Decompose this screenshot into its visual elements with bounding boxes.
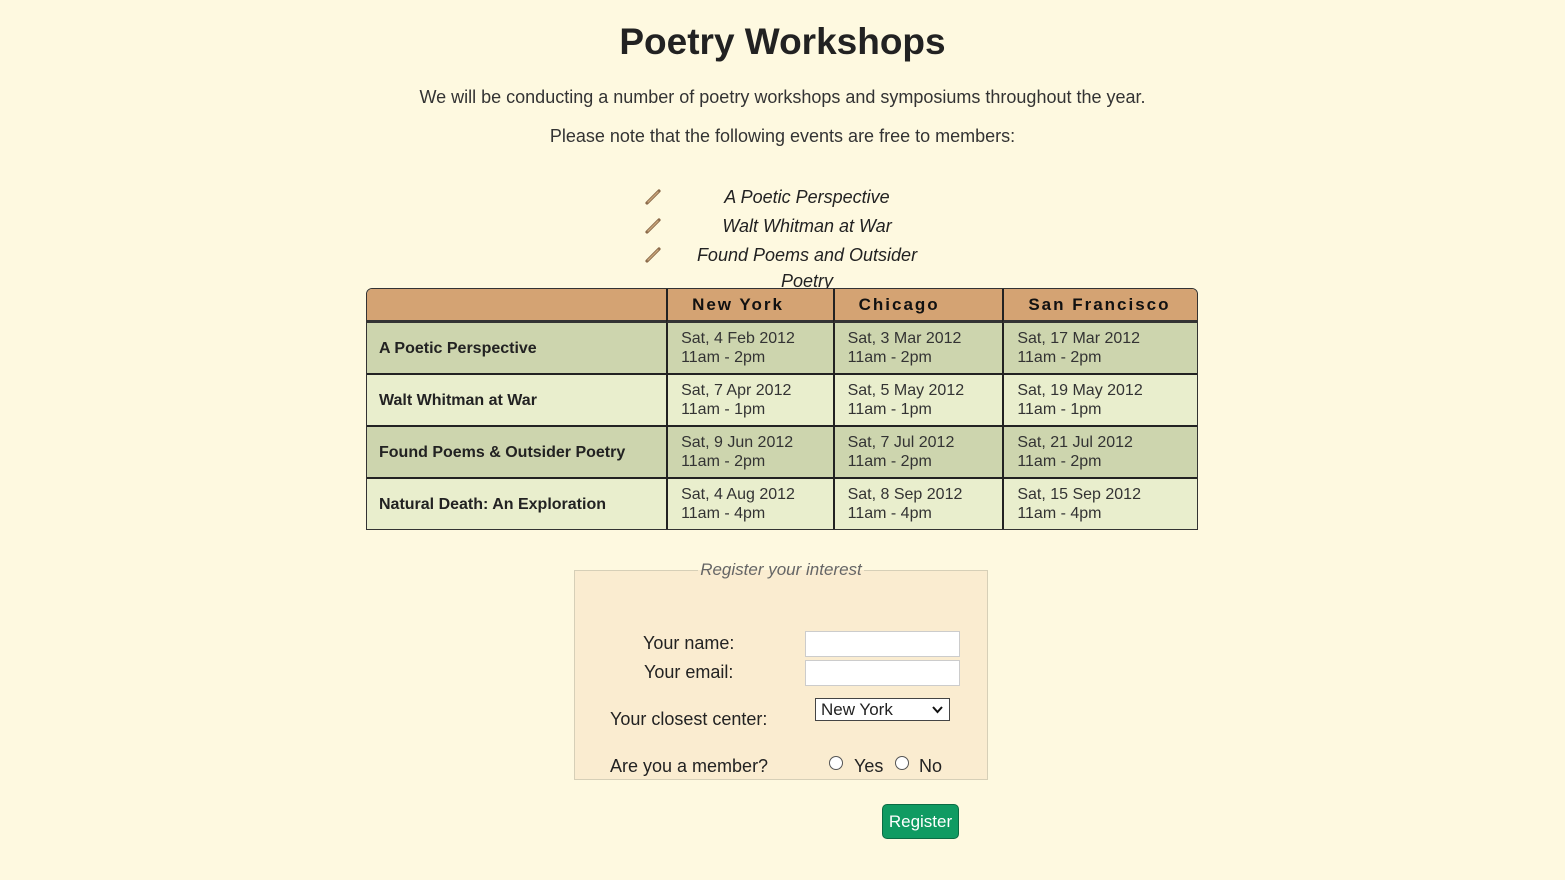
cell-time: 11am - 2pm [681, 453, 766, 470]
member-yes-radio[interactable] [829, 756, 843, 770]
member-no-radio[interactable] [895, 756, 909, 770]
cell-time: 11am - 1pm [847, 401, 932, 418]
list-item: Walt Whitman at War [642, 213, 962, 242]
page: Poetry Workshops We will be conducting a… [0, 0, 1565, 880]
table-row: Found Poems & Outsider Poetry Sat, 9 Jun… [367, 425, 1197, 477]
list-item: A Poetic Perspective [642, 184, 962, 213]
table-cell: Sat, 17 Mar 2012 11am - 2pm [1002, 323, 1197, 373]
table-cell: Sat, 19 May 2012 11am - 1pm [1002, 373, 1197, 425]
free-event-label: Walt Whitman at War [722, 216, 892, 236]
cell-date: Sat, 17 Mar 2012 [1017, 330, 1141, 347]
cell-time: 11am - 2pm [681, 349, 766, 366]
name-label: Your name: [643, 633, 735, 653]
center-select[interactable]: New York [815, 698, 950, 721]
cell-date: Sat, 7 Apr 2012 [681, 382, 792, 399]
center-selected-value: New York [821, 700, 893, 719]
email-label: Your email: [644, 662, 734, 682]
cell-time: 11am - 2pm [1017, 453, 1102, 470]
center-label: Your closest center: [610, 709, 768, 729]
schedule-table: New York Chicago San Francisco A Poetic … [366, 288, 1198, 530]
cell-date: Sat, 4 Feb 2012 [681, 330, 795, 347]
chevron-down-icon [932, 706, 943, 714]
intro-text: We will be conducting a number of poetry… [419, 87, 1146, 107]
form-legend: Register your interest [700, 560, 862, 579]
column-header-new-york: New York [666, 289, 833, 323]
cell-date: Sat, 5 May 2012 [847, 382, 965, 399]
table-cell: Sat, 3 Mar 2012 11am - 2pm [832, 323, 1003, 373]
email-input[interactable] [805, 660, 960, 686]
pencil-icon [645, 189, 661, 205]
member-no-label: No [919, 756, 943, 776]
cell-date: Sat, 21 Jul 2012 [1017, 434, 1133, 451]
name-input[interactable] [805, 631, 960, 657]
table-cell: Sat, 5 May 2012 11am - 1pm [832, 373, 1003, 425]
cell-time: 11am - 4pm [1017, 505, 1102, 522]
table-cell: Sat, 7 Apr 2012 11am - 1pm [666, 373, 833, 425]
cell-time: 11am - 1pm [1017, 401, 1102, 418]
table-cell: Sat, 4 Feb 2012 11am - 2pm [666, 323, 833, 373]
member-label: Are you a member? [610, 756, 769, 776]
workshop-name: Natural Death: An Exploration [367, 477, 667, 529]
table-row: Natural Death: An Exploration Sat, 4 Aug… [367, 477, 1197, 529]
free-events-list: A Poetic Perspective Walt Whitman at War… [642, 184, 962, 291]
members-note: Please note that the following events ar… [549, 126, 1016, 146]
free-event-label: Found Poems and Outsider Poetry [696, 245, 918, 291]
table-cell: Sat, 15 Sep 2012 11am - 4pm [1002, 477, 1197, 529]
table-cell: Sat, 8 Sep 2012 11am - 4pm [832, 477, 1003, 529]
column-header-empty [367, 289, 667, 323]
pencil-icon [645, 218, 661, 234]
table-header-row: New York Chicago San Francisco [367, 289, 1197, 323]
workshop-name: A Poetic Perspective [367, 323, 667, 373]
cell-time: 11am - 2pm [847, 453, 932, 470]
column-header-san-francisco: San Francisco [1002, 289, 1197, 323]
table-row: Walt Whitman at War Sat, 7 Apr 2012 11am … [367, 373, 1197, 425]
cell-time: 11am - 4pm [681, 505, 766, 522]
cell-time: 11am - 4pm [847, 505, 932, 522]
workshop-name: Walt Whitman at War [367, 373, 667, 425]
free-event-label: A Poetic Perspective [724, 187, 890, 207]
table-cell: Sat, 4 Aug 2012 11am - 4pm [666, 477, 833, 529]
member-yes-label: Yes [854, 756, 884, 776]
table-cell: Sat, 21 Jul 2012 11am - 2pm [1002, 425, 1197, 477]
table-row: A Poetic Perspective Sat, 4 Feb 2012 11am… [367, 323, 1197, 373]
cell-date: Sat, 19 May 2012 [1017, 382, 1143, 399]
cell-date: Sat, 7 Jul 2012 [847, 434, 955, 451]
cell-date: Sat, 9 Jun 2012 [681, 434, 794, 451]
cell-time: 11am - 1pm [681, 401, 766, 418]
page-title: Poetry Workshops [619, 21, 946, 62]
cell-date: Sat, 8 Sep 2012 [847, 486, 963, 503]
table-cell: Sat, 9 Jun 2012 11am - 2pm [666, 425, 833, 477]
workshop-name: Found Poems & Outsider Poetry [367, 425, 667, 477]
column-header-chicago: Chicago [832, 289, 1003, 323]
register-button[interactable]: Register [882, 804, 959, 839]
cell-date: Sat, 4 Aug 2012 [681, 486, 795, 503]
pencil-icon [645, 247, 661, 263]
cell-time: 11am - 2pm [847, 349, 932, 366]
list-item: Found Poems and Outsider Poetry [642, 242, 962, 291]
cell-time: 11am - 2pm [1017, 349, 1102, 366]
register-form: Register your interest Your name: Your e… [574, 560, 988, 780]
table-cell: Sat, 7 Jul 2012 11am - 2pm [832, 425, 1003, 477]
cell-date: Sat, 3 Mar 2012 [847, 330, 962, 347]
cell-date: Sat, 15 Sep 2012 [1017, 486, 1141, 503]
